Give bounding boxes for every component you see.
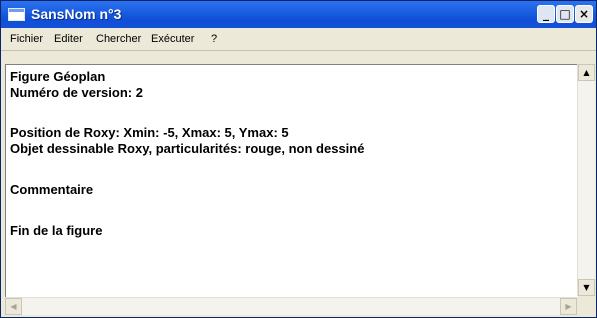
menu-editer[interactable]: Editer bbox=[54, 33, 83, 45]
editor-line: Numéro de version: 2 bbox=[10, 85, 143, 100]
window-title: SansNom n°3 bbox=[31, 6, 122, 22]
scroll-right-icon[interactable]: ▶ bbox=[560, 298, 577, 315]
editor-line: Commentaire bbox=[10, 182, 94, 197]
minimize-button[interactable]: _ bbox=[537, 5, 555, 23]
editor-line: Fin de la figure bbox=[10, 223, 103, 238]
scroll-left-icon[interactable]: ◀ bbox=[5, 298, 22, 315]
menu-chercher[interactable]: Chercher bbox=[96, 33, 141, 45]
horizontal-scrollbar[interactable]: ◀ ▶ bbox=[5, 297, 577, 315]
app-window: SansNom n°3 _ □ × Fichier Editer Cherche… bbox=[0, 0, 597, 318]
text-editor[interactable]: Figure Géoplan Numéro de version: 2 Posi… bbox=[5, 64, 578, 297]
editor-line: Objet dessinable Roxy, particularités: r… bbox=[10, 141, 365, 156]
scroll-down-icon[interactable]: ▼ bbox=[578, 279, 595, 296]
close-button[interactable]: × bbox=[575, 5, 593, 23]
menu-fichier[interactable]: Fichier bbox=[10, 33, 43, 45]
maximize-button[interactable]: □ bbox=[556, 5, 574, 23]
size-grip[interactable] bbox=[578, 297, 594, 314]
title-bar[interactable]: SansNom n°3 _ □ × bbox=[1, 1, 596, 28]
menu-help[interactable]: ? bbox=[211, 33, 217, 45]
editor-line: Figure Géoplan bbox=[10, 69, 106, 84]
editor-line: Position de Roxy: Xmin: -5, Xmax: 5, Yma… bbox=[10, 125, 289, 140]
scroll-up-icon[interactable]: ▲ bbox=[578, 64, 595, 81]
menu-bar: Fichier Editer Chercher Exécuter ? bbox=[1, 28, 596, 51]
menu-executer[interactable]: Exécuter bbox=[151, 33, 194, 45]
vertical-scrollbar[interactable]: ▲ ▼ bbox=[577, 64, 595, 296]
window-icon[interactable] bbox=[8, 8, 25, 21]
